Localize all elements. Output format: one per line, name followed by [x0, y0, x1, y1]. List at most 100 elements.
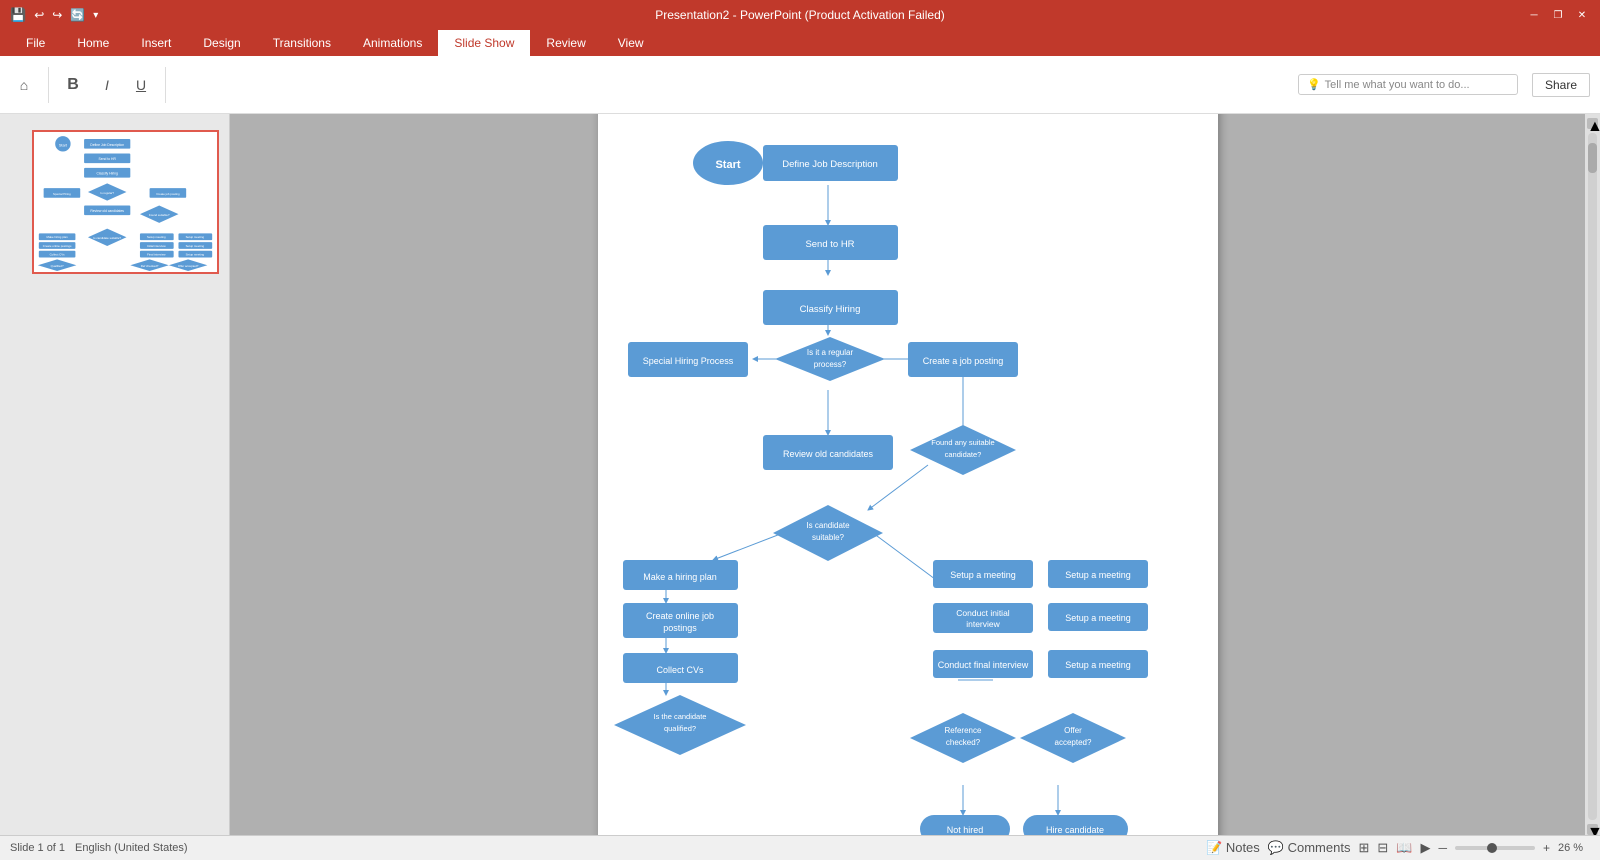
- title-bar: 💾 ↩ ↪ 🔄 ▾ Presentation2 - PowerPoint (Pr…: [0, 0, 1600, 30]
- svg-text:candidate?: candidate?: [944, 450, 981, 459]
- svg-text:Is candidate suitable?: Is candidate suitable?: [93, 236, 121, 240]
- svg-text:Conduct final interview: Conduct final interview: [937, 660, 1028, 670]
- zoom-thumb[interactable]: [1487, 843, 1497, 853]
- svg-text:Define Job Description: Define Job Description: [782, 159, 878, 170]
- notes-btn[interactable]: 📝 Notes: [1206, 840, 1260, 856]
- tab-file[interactable]: File: [10, 30, 61, 56]
- slide-sorter-btn[interactable]: ⊟: [1377, 840, 1388, 856]
- tab-view[interactable]: View: [602, 30, 660, 56]
- svg-text:Review old candidates: Review old candidates: [90, 209, 124, 213]
- zoom-slider[interactable]: [1455, 846, 1535, 850]
- svg-text:process?: process?: [813, 360, 846, 369]
- svg-text:Initial interview: Initial interview: [147, 244, 167, 248]
- slideshow-btn[interactable]: ▶: [1420, 840, 1430, 856]
- bold-icon[interactable]: B: [59, 71, 87, 99]
- share-button[interactable]: Share: [1532, 73, 1590, 97]
- svg-text:Special Hiring Process: Special Hiring Process: [642, 356, 733, 366]
- slide-canvas: Start Define Job Description Send to HR …: [230, 114, 1585, 835]
- home-icon[interactable]: ⌂: [10, 71, 38, 99]
- svg-text:Reference: Reference: [944, 726, 981, 735]
- svg-text:Offer: Offer: [1064, 726, 1082, 735]
- svg-text:Found any suitable: Found any suitable: [931, 438, 994, 447]
- svg-text:Found suitable?: Found suitable?: [149, 213, 170, 217]
- svg-text:Is regular?: Is regular?: [100, 191, 114, 195]
- search-placeholder: Tell me what you want to do...: [1325, 79, 1470, 91]
- repeat-icon[interactable]: 🔄: [70, 8, 85, 22]
- ribbon-tabs: File Home Insert Design Transitions Anim…: [0, 30, 1600, 56]
- svg-text:Setup a meeting: Setup a meeting: [1065, 660, 1131, 670]
- tab-insert[interactable]: Insert: [125, 30, 187, 56]
- window-title: Presentation2 - PowerPoint (Product Acti…: [655, 8, 944, 22]
- svg-text:Setup a meeting: Setup a meeting: [1065, 613, 1131, 623]
- undo-icon[interactable]: ↩: [34, 8, 44, 22]
- svg-text:Make a hiring plan: Make a hiring plan: [643, 572, 717, 582]
- svg-text:Define Job Description: Define Job Description: [90, 143, 124, 147]
- status-bar: Slide 1 of 1 English (United States) 📝 N…: [0, 835, 1600, 860]
- zoom-in-icon[interactable]: +: [1543, 841, 1550, 855]
- divider2: [165, 67, 166, 103]
- scroll-up-btn[interactable]: ▲: [1587, 118, 1598, 129]
- normal-view-btn[interactable]: ⊞: [1358, 840, 1369, 856]
- svg-text:Create online job: Create online job: [645, 611, 713, 621]
- svg-text:Create a job posting: Create a job posting: [922, 356, 1003, 366]
- svg-text:Final interview: Final interview: [147, 253, 166, 257]
- slide-panel: 1 Start Define Job Description Send to H…: [0, 114, 230, 835]
- svg-text:Is candidate: Is candidate: [806, 521, 850, 530]
- tab-slideshow[interactable]: Slide Show: [438, 30, 530, 56]
- tab-review[interactable]: Review: [530, 30, 601, 56]
- svg-text:Setup meeting: Setup meeting: [186, 235, 205, 239]
- slide-main: Start Define Job Description Send to HR …: [598, 114, 1218, 835]
- svg-text:Create job posting: Create job posting: [156, 192, 180, 196]
- tab-home[interactable]: Home: [61, 30, 125, 56]
- slide-info: Slide 1 of 1: [10, 842, 65, 854]
- svg-text:Send to HR: Send to HR: [99, 157, 117, 161]
- language-info: English (United States): [75, 842, 188, 854]
- more-icon[interactable]: ▾: [93, 10, 98, 21]
- svg-text:suitable?: suitable?: [811, 533, 844, 542]
- svg-text:Make hiring plan: Make hiring plan: [47, 235, 68, 239]
- svg-text:Setup meeting: Setup meeting: [186, 253, 205, 257]
- restore-btn[interactable]: ❐: [1550, 7, 1566, 23]
- redo-icon[interactable]: ↪: [52, 8, 62, 22]
- tab-transitions[interactable]: Transitions: [257, 30, 347, 56]
- svg-text:Hire candidate: Hire candidate: [1045, 825, 1103, 835]
- svg-text:postings: postings: [663, 623, 697, 633]
- svg-text:Start: Start: [59, 144, 68, 148]
- svg-text:Is the candidate: Is the candidate: [653, 712, 706, 721]
- svg-text:Send to HR: Send to HR: [805, 239, 854, 250]
- right-scrollbar[interactable]: ▲ ▼: [1585, 114, 1600, 835]
- tab-animations[interactable]: Animations: [347, 30, 438, 56]
- svg-text:Classify Hiring: Classify Hiring: [96, 172, 118, 176]
- svg-text:Classify Hiring: Classify Hiring: [799, 304, 860, 315]
- close-btn[interactable]: ✕: [1574, 7, 1590, 23]
- svg-text:accepted?: accepted?: [1054, 738, 1091, 747]
- search-icon: 💡: [1307, 78, 1321, 91]
- tell-me-search[interactable]: 💡 Tell me what you want to do...: [1298, 74, 1518, 95]
- scroll-thumb[interactable]: [1588, 143, 1597, 173]
- underline-icon[interactable]: U: [127, 71, 155, 99]
- svg-text:Collect CVs: Collect CVs: [656, 665, 704, 675]
- ribbon-bar: ⌂ B I U 💡 Tell me what you want to do...…: [0, 56, 1600, 114]
- svg-text:Create online postings: Create online postings: [43, 244, 72, 248]
- svg-text:Collect CVs: Collect CVs: [50, 253, 66, 257]
- svg-text:Setup meeting: Setup meeting: [147, 235, 166, 239]
- minimize-btn[interactable]: ─: [1526, 7, 1542, 23]
- zoom-out-icon[interactable]: ─: [1438, 841, 1447, 855]
- svg-text:Start: Start: [715, 159, 740, 171]
- svg-text:Conduct initial: Conduct initial: [956, 608, 1010, 618]
- svg-text:Offer accepted?: Offer accepted?: [178, 264, 199, 268]
- tab-design[interactable]: Design: [187, 30, 256, 56]
- svg-text:Setup a meeting: Setup a meeting: [1065, 570, 1131, 580]
- svg-text:Is it a regular: Is it a regular: [806, 348, 853, 357]
- italic-icon[interactable]: I: [93, 71, 121, 99]
- svg-text:qualified?: qualified?: [663, 724, 695, 733]
- svg-text:Review old candidates: Review old candidates: [782, 449, 873, 459]
- svg-text:interview: interview: [966, 619, 1000, 629]
- reading-view-btn[interactable]: 📖: [1396, 840, 1412, 856]
- save-icon[interactable]: 💾: [10, 7, 26, 23]
- comments-btn[interactable]: 💬 Comments: [1268, 840, 1351, 856]
- slide-thumbnail[interactable]: Start Define Job Description Send to HR …: [32, 130, 219, 274]
- main-area: 1 Start Define Job Description Send to H…: [0, 114, 1600, 835]
- scroll-down-btn[interactable]: ▼: [1587, 824, 1598, 835]
- svg-text:Setup a meeting: Setup a meeting: [950, 570, 1016, 580]
